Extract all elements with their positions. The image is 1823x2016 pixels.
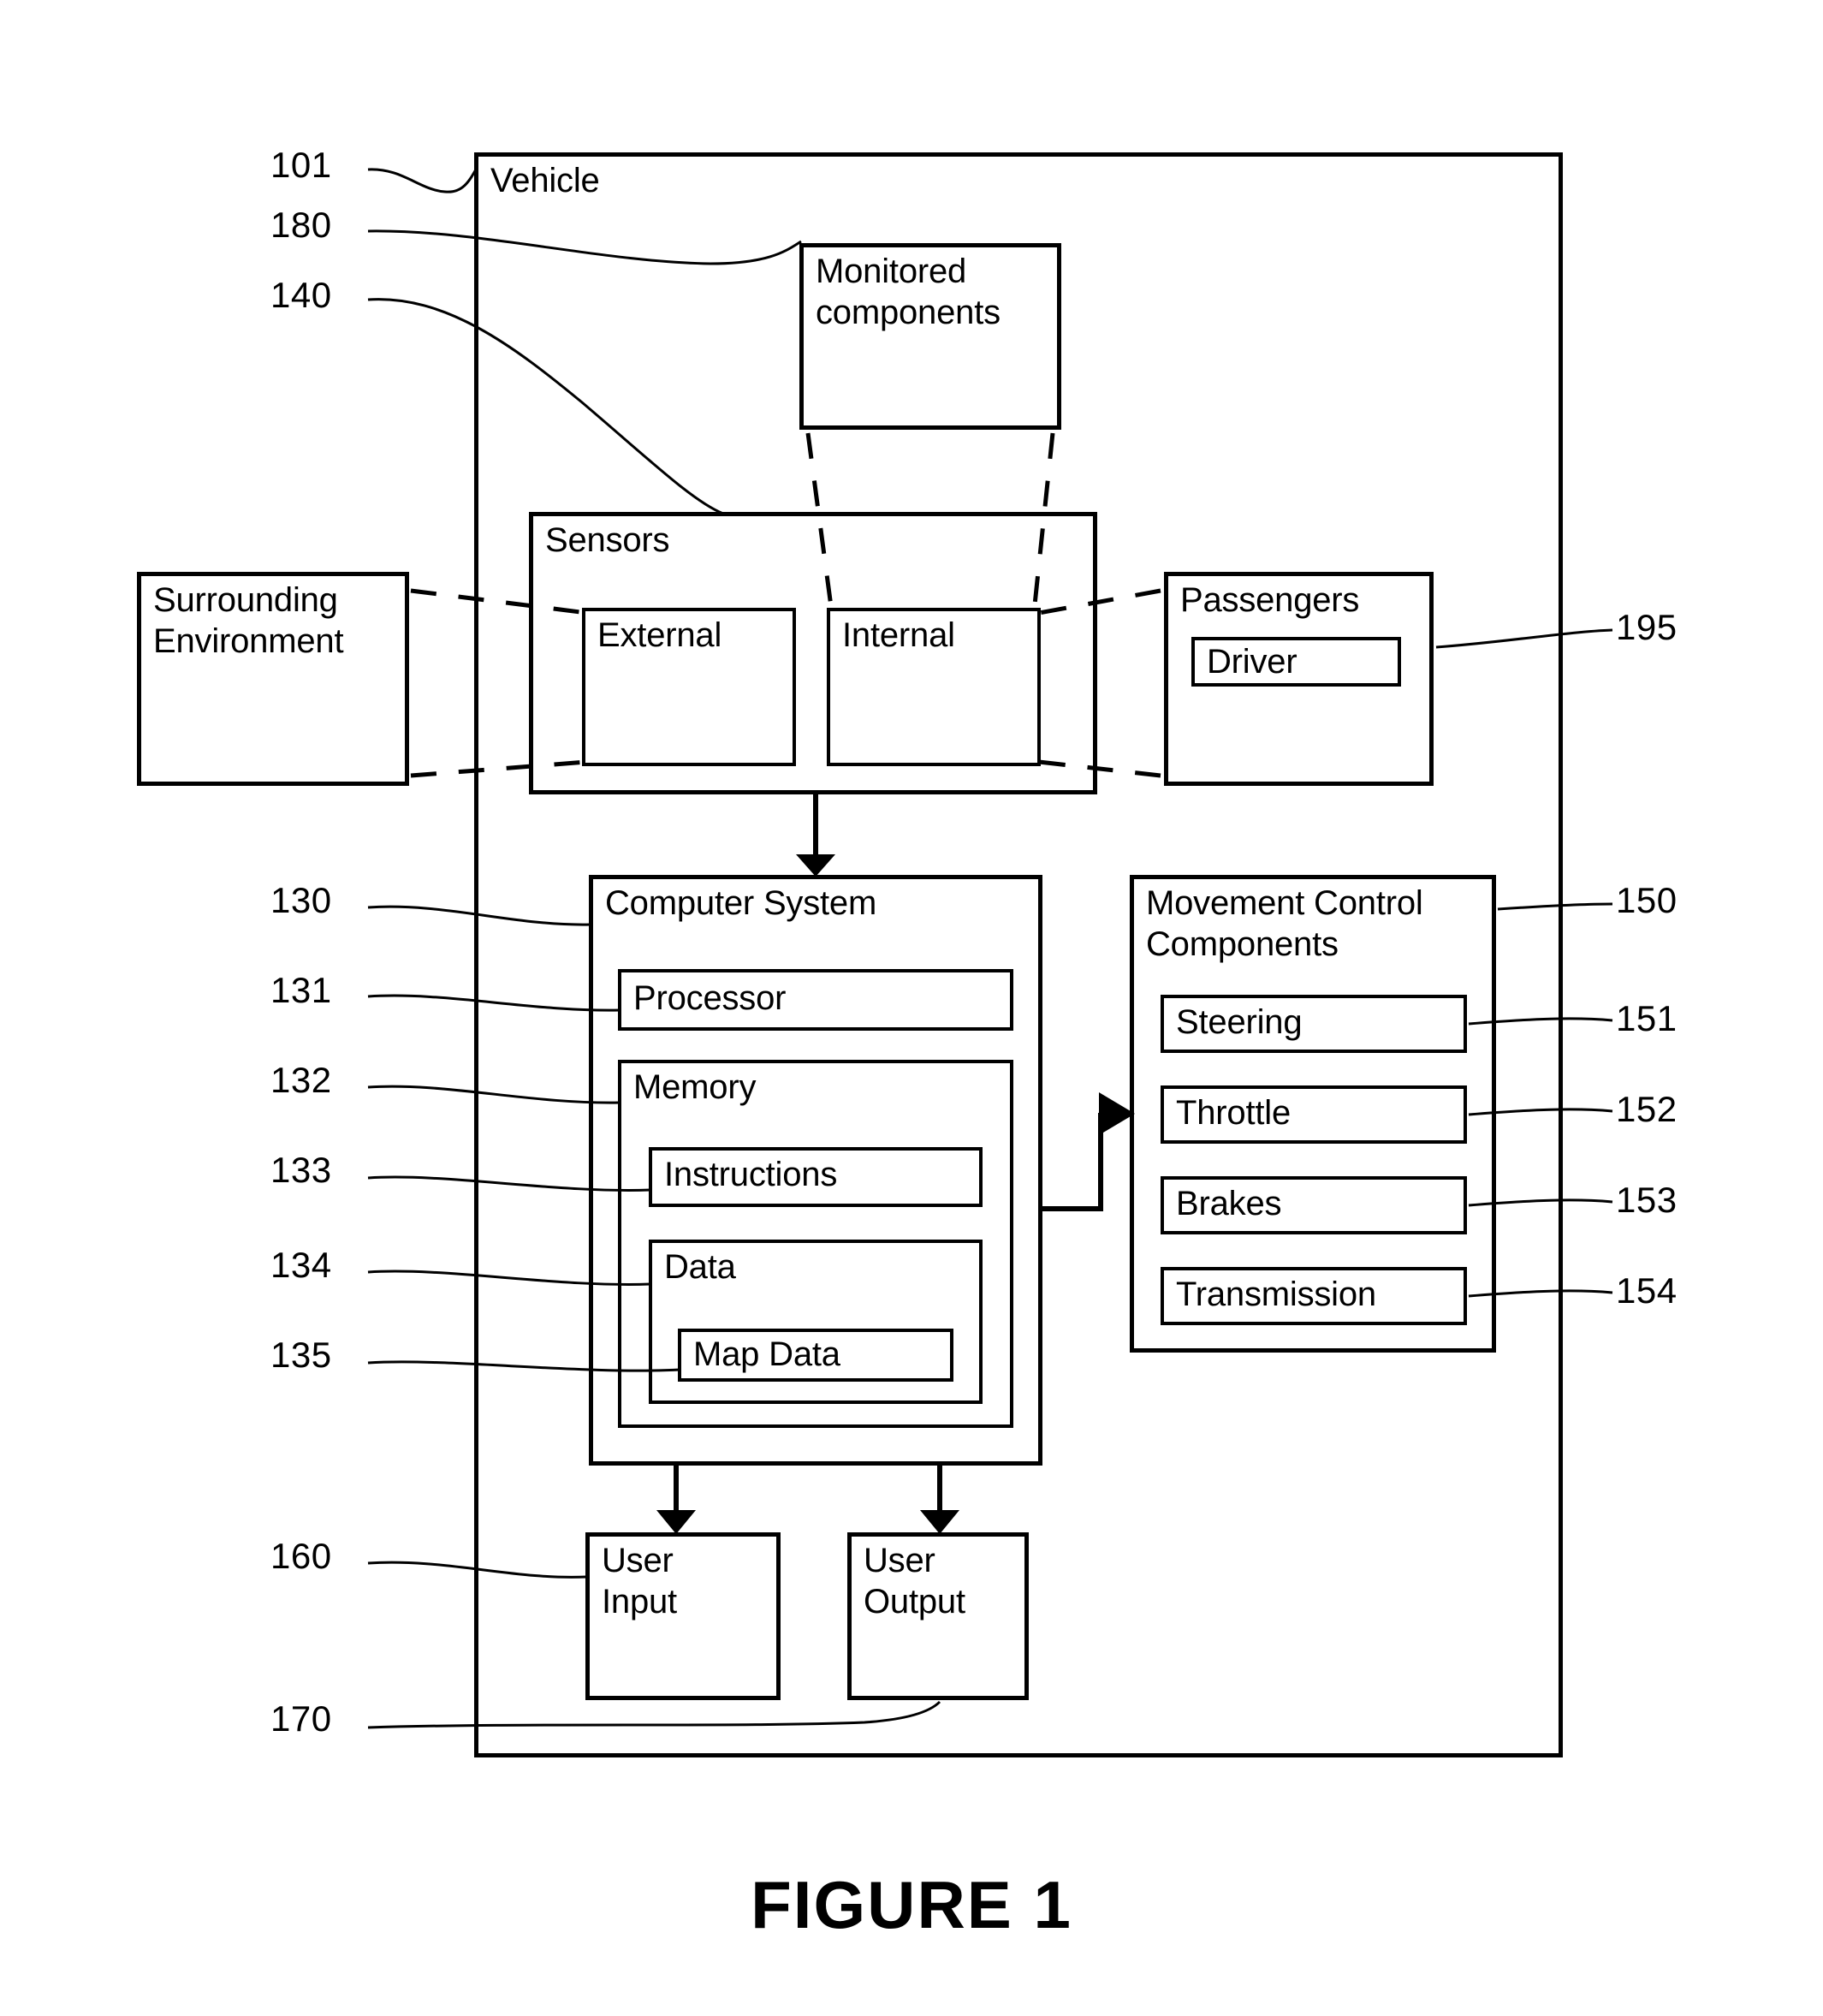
ref-152-throttle: 152: [1616, 1089, 1678, 1129]
sensors-external-label: External: [597, 616, 722, 654]
ref-153-brakes: 153: [1616, 1180, 1678, 1220]
map-data-label: Map Data: [693, 1335, 840, 1373]
ref-154-transmission: 154: [1616, 1270, 1678, 1311]
ref-195-passengers: 195: [1616, 607, 1678, 647]
user-input-label: User Input: [602, 1542, 677, 1621]
ref-134-data: 134: [270, 1245, 332, 1285]
movement-control-label: Movement Control Components: [1146, 884, 1423, 963]
brakes-label: Brakes: [1176, 1185, 1282, 1222]
ref-151-steering: 151: [1616, 998, 1678, 1038]
ref-130-computer-system: 130: [270, 880, 332, 920]
map-data-box: Map Data: [678, 1329, 953, 1382]
leader-101: [367, 168, 478, 193]
ref-170-user-output: 170: [270, 1698, 332, 1739]
steering-label: Steering: [1176, 1003, 1303, 1041]
data-label: Data: [664, 1248, 736, 1286]
sensors-internal-label: Internal: [842, 616, 955, 654]
figure-page: 101 180 140 130 131 132 133 134 135 160 …: [0, 0, 1823, 2016]
ref-132-memory: 132: [270, 1060, 332, 1100]
driver-label: Driver: [1207, 643, 1297, 681]
throttle-label: Throttle: [1176, 1094, 1292, 1132]
driver-box: Driver: [1191, 637, 1401, 687]
throttle-box: Throttle: [1161, 1085, 1467, 1144]
processor-box: Processor: [618, 969, 1013, 1031]
surrounding-environment-box: Surrounding Environment: [137, 572, 409, 786]
ref-131-processor: 131: [270, 970, 332, 1010]
vehicle-label: Vehicle: [490, 162, 600, 199]
sensors-internal-box: Internal: [827, 608, 1041, 766]
figure-caption: FIGURE 1: [751, 1867, 1072, 1942]
ref-135-map-data: 135: [270, 1335, 332, 1375]
ref-101-vehicle: 101: [270, 145, 332, 185]
processor-label: Processor: [633, 979, 787, 1017]
monitored-components-box: Monitored components: [799, 243, 1061, 430]
passengers-label: Passengers: [1180, 581, 1360, 619]
ref-133-instructions: 133: [270, 1150, 332, 1190]
monitored-components-label: Monitored components: [816, 253, 1001, 331]
instructions-label: Instructions: [664, 1156, 838, 1193]
user-output-box: User Output: [847, 1532, 1029, 1700]
sensors-external-box: External: [582, 608, 796, 766]
sensors-label: Sensors: [545, 521, 670, 559]
ref-160-user-input: 160: [270, 1536, 332, 1576]
transmission-label: Transmission: [1176, 1276, 1376, 1313]
transmission-box: Transmission: [1161, 1267, 1467, 1325]
ref-180-monitored-components: 180: [270, 205, 332, 245]
surrounding-environment-label: Surrounding Environment: [153, 581, 344, 660]
brakes-box: Brakes: [1161, 1176, 1467, 1234]
computer-system-label: Computer System: [605, 884, 877, 922]
steering-box: Steering: [1161, 995, 1467, 1053]
ref-150-movement-control: 150: [1616, 880, 1678, 920]
memory-label: Memory: [633, 1068, 757, 1106]
instructions-box: Instructions: [649, 1147, 983, 1207]
user-output-label: User Output: [864, 1542, 965, 1621]
user-input-box: User Input: [585, 1532, 781, 1700]
ref-140-sensors: 140: [270, 275, 332, 315]
